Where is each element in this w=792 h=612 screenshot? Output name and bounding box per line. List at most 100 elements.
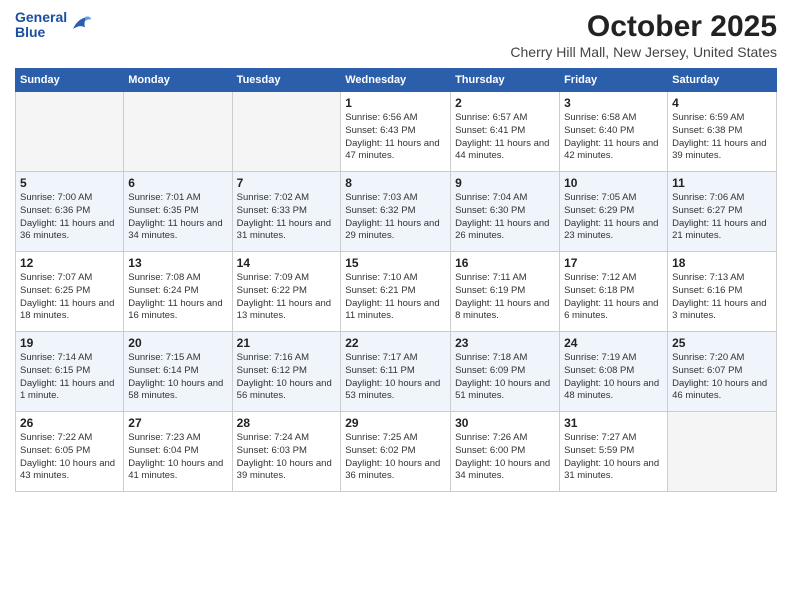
day-number: 30 xyxy=(455,416,555,430)
table-row: 14 Sunrise: 7:09 AM Sunset: 6:22 PM Dayli… xyxy=(232,252,341,332)
logo: General Blue xyxy=(15,10,93,41)
day-info: Sunrise: 7:15 AM Sunset: 6:14 PM Dayligh… xyxy=(128,352,227,403)
table-row: 19 Sunrise: 7:14 AM Sunset: 6:15 PM Dayli… xyxy=(16,332,124,412)
day-info: Sunrise: 7:02 AM Sunset: 6:33 PM Dayligh… xyxy=(237,192,337,243)
day-info: Sunrise: 7:20 AM Sunset: 6:07 PM Dayligh… xyxy=(672,352,772,403)
day-number: 17 xyxy=(564,256,663,270)
day-info: Sunrise: 7:25 AM Sunset: 6:02 PM Dayligh… xyxy=(345,432,446,483)
logo-text: General Blue xyxy=(15,10,67,41)
day-info: Sunrise: 7:03 AM Sunset: 6:32 PM Dayligh… xyxy=(345,192,446,243)
day-number: 6 xyxy=(128,176,227,190)
day-info: Sunrise: 7:01 AM Sunset: 6:35 PM Dayligh… xyxy=(128,192,227,243)
table-row: 5Sunrise: 7:00 AM Sunset: 6:36 PM Daylig… xyxy=(16,172,124,252)
day-info: Sunrise: 6:56 AM Sunset: 6:43 PM Dayligh… xyxy=(345,112,446,163)
day-info: Sunrise: 6:57 AM Sunset: 6:41 PM Dayligh… xyxy=(455,112,555,163)
day-info: Sunrise: 6:58 AM Sunset: 6:40 PM Dayligh… xyxy=(564,112,663,163)
table-row: 23 Sunrise: 7:18 AM Sunset: 6:09 PM Dayli… xyxy=(451,332,560,412)
day-number: 7 xyxy=(237,176,337,190)
table-row xyxy=(124,92,232,172)
day-number: 1 xyxy=(345,96,446,110)
table-row: 10 Sunrise: 7:05 AM Sunset: 6:29 PM Dayli… xyxy=(560,172,668,252)
table-row: 27 Sunrise: 7:23 AM Sunset: 6:04 PM Dayli… xyxy=(124,412,232,492)
table-row: 12 Sunrise: 7:07 AM Sunset: 6:25 PM Dayli… xyxy=(16,252,124,332)
table-row: 11Sunrise: 7:06 AM Sunset: 6:27 PM Dayli… xyxy=(668,172,777,252)
day-info: Sunrise: 7:18 AM Sunset: 6:09 PM Dayligh… xyxy=(455,352,555,403)
table-row: 9 Sunrise: 7:04 AM Sunset: 6:30 PM Daylig… xyxy=(451,172,560,252)
day-info: Sunrise: 7:22 AM Sunset: 6:05 PM Dayligh… xyxy=(20,432,119,483)
day-number: 25 xyxy=(672,336,772,350)
day-number: 9 xyxy=(455,176,555,190)
header-saturday: Saturday xyxy=(668,69,777,92)
day-number: 23 xyxy=(455,336,555,350)
day-info: Sunrise: 7:16 AM Sunset: 6:12 PM Dayligh… xyxy=(237,352,337,403)
day-number: 8 xyxy=(345,176,446,190)
day-info: Sunrise: 7:17 AM Sunset: 6:11 PM Dayligh… xyxy=(345,352,446,403)
day-info: Sunrise: 6:59 AM Sunset: 6:38 PM Dayligh… xyxy=(672,112,772,163)
calendar-week-row: 12 Sunrise: 7:07 AM Sunset: 6:25 PM Dayli… xyxy=(16,252,777,332)
table-row: 21 Sunrise: 7:16 AM Sunset: 6:12 PM Dayli… xyxy=(232,332,341,412)
table-row: 16Sunrise: 7:11 AM Sunset: 6:19 PM Dayli… xyxy=(451,252,560,332)
table-row xyxy=(668,412,777,492)
day-info: Sunrise: 7:05 AM Sunset: 6:29 PM Dayligh… xyxy=(564,192,663,243)
day-number: 22 xyxy=(345,336,446,350)
day-info: Sunrise: 7:19 AM Sunset: 6:08 PM Dayligh… xyxy=(564,352,663,403)
day-number: 28 xyxy=(237,416,337,430)
location-title: Cherry Hill Mall, New Jersey, United Sta… xyxy=(510,44,777,60)
table-row: 30 Sunrise: 7:26 AM Sunset: 6:00 PM Dayli… xyxy=(451,412,560,492)
table-row: 2Sunrise: 6:57 AM Sunset: 6:41 PM Daylig… xyxy=(451,92,560,172)
table-row: 4 Sunrise: 6:59 AM Sunset: 6:38 PM Daylig… xyxy=(668,92,777,172)
table-row: 17 Sunrise: 7:12 AM Sunset: 6:18 PM Dayli… xyxy=(560,252,668,332)
table-row: 25 Sunrise: 7:20 AM Sunset: 6:07 PM Dayli… xyxy=(668,332,777,412)
header-monday: Monday xyxy=(124,69,232,92)
table-row: 13Sunrise: 7:08 AM Sunset: 6:24 PM Dayli… xyxy=(124,252,232,332)
day-number: 21 xyxy=(237,336,337,350)
day-info: Sunrise: 7:27 AM Sunset: 5:59 PM Dayligh… xyxy=(564,432,663,483)
table-row: 8 Sunrise: 7:03 AM Sunset: 6:32 PM Daylig… xyxy=(341,172,451,252)
page-container: General Blue October 2025 Cherry Hill Ma… xyxy=(0,0,792,502)
calendar-week-row: 5Sunrise: 7:00 AM Sunset: 6:36 PM Daylig… xyxy=(16,172,777,252)
day-number: 10 xyxy=(564,176,663,190)
calendar-week-row: 19 Sunrise: 7:14 AM Sunset: 6:15 PM Dayli… xyxy=(16,332,777,412)
day-number: 27 xyxy=(128,416,227,430)
table-row: 1 Sunrise: 6:56 AM Sunset: 6:43 PM Daylig… xyxy=(341,92,451,172)
logo-bird-icon xyxy=(69,13,93,37)
title-section: October 2025 Cherry Hill Mall, New Jerse… xyxy=(510,10,777,60)
table-row: 20 Sunrise: 7:15 AM Sunset: 6:14 PM Dayli… xyxy=(124,332,232,412)
day-number: 4 xyxy=(672,96,772,110)
table-row: 31 Sunrise: 7:27 AM Sunset: 5:59 PM Dayli… xyxy=(560,412,668,492)
day-number: 31 xyxy=(564,416,663,430)
day-info: Sunrise: 7:07 AM Sunset: 6:25 PM Dayligh… xyxy=(20,272,119,323)
calendar-table: Sunday Monday Tuesday Wednesday Thursday… xyxy=(15,68,777,492)
day-info: Sunrise: 7:26 AM Sunset: 6:00 PM Dayligh… xyxy=(455,432,555,483)
day-number: 14 xyxy=(237,256,337,270)
day-number: 20 xyxy=(128,336,227,350)
day-info: Sunrise: 7:12 AM Sunset: 6:18 PM Dayligh… xyxy=(564,272,663,323)
day-number: 29 xyxy=(345,416,446,430)
day-number: 3 xyxy=(564,96,663,110)
day-number: 12 xyxy=(20,256,119,270)
day-number: 18 xyxy=(672,256,772,270)
header-wednesday: Wednesday xyxy=(341,69,451,92)
table-row: 26Sunrise: 7:22 AM Sunset: 6:05 PM Dayli… xyxy=(16,412,124,492)
day-info: Sunrise: 7:10 AM Sunset: 6:21 PM Dayligh… xyxy=(345,272,446,323)
table-row: 3 Sunrise: 6:58 AM Sunset: 6:40 PM Daylig… xyxy=(560,92,668,172)
day-info: Sunrise: 7:13 AM Sunset: 6:16 PM Dayligh… xyxy=(672,272,772,323)
day-info: Sunrise: 7:14 AM Sunset: 6:15 PM Dayligh… xyxy=(20,352,119,403)
table-row: 28 Sunrise: 7:24 AM Sunset: 6:03 PM Dayli… xyxy=(232,412,341,492)
day-number: 19 xyxy=(20,336,119,350)
table-row xyxy=(232,92,341,172)
day-info: Sunrise: 7:23 AM Sunset: 6:04 PM Dayligh… xyxy=(128,432,227,483)
table-row: 29 Sunrise: 7:25 AM Sunset: 6:02 PM Dayli… xyxy=(341,412,451,492)
table-row: 6 Sunrise: 7:01 AM Sunset: 6:35 PM Daylig… xyxy=(124,172,232,252)
table-row: 22 Sunrise: 7:17 AM Sunset: 6:11 PM Dayli… xyxy=(341,332,451,412)
day-number: 24 xyxy=(564,336,663,350)
top-section: General Blue October 2025 Cherry Hill Ma… xyxy=(15,10,777,62)
day-info: Sunrise: 7:09 AM Sunset: 6:22 PM Dayligh… xyxy=(237,272,337,323)
table-row xyxy=(16,92,124,172)
header-tuesday: Tuesday xyxy=(232,69,341,92)
day-info: Sunrise: 7:24 AM Sunset: 6:03 PM Dayligh… xyxy=(237,432,337,483)
day-info: Sunrise: 7:04 AM Sunset: 6:30 PM Dayligh… xyxy=(455,192,555,243)
day-number: 13 xyxy=(128,256,227,270)
day-info: Sunrise: 7:00 AM Sunset: 6:36 PM Dayligh… xyxy=(20,192,119,243)
table-row: 7 Sunrise: 7:02 AM Sunset: 6:33 PM Daylig… xyxy=(232,172,341,252)
